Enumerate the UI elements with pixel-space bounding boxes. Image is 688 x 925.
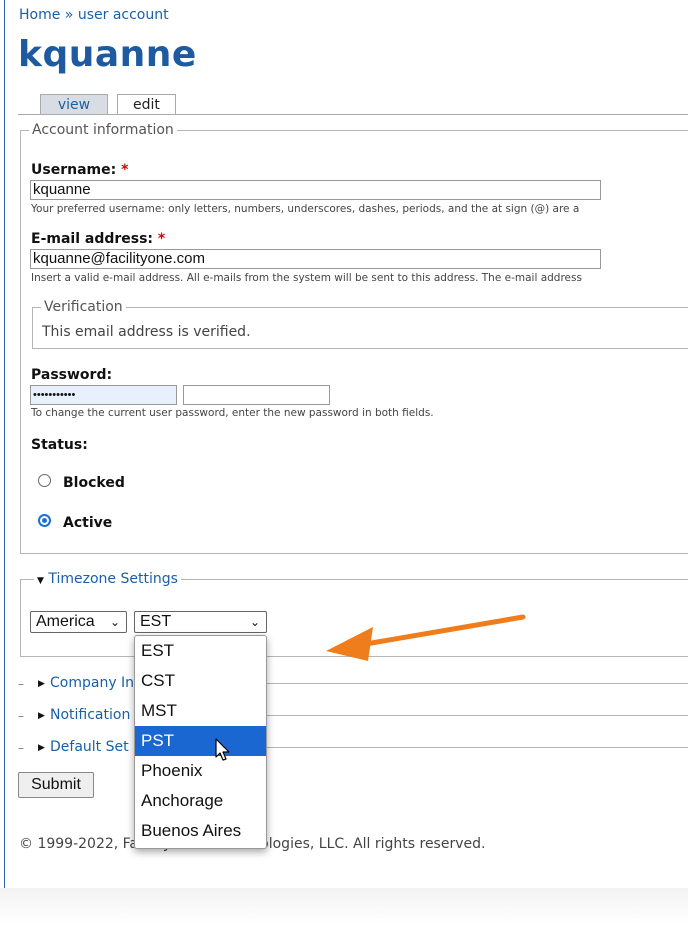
mouse-cursor-icon (215, 738, 230, 761)
dropdown-option-buenos-aires[interactable]: Buenos Aires (135, 816, 266, 846)
dash-marker: – (18, 709, 24, 723)
section-default-settings[interactable]: – ▶ Default Set (18, 739, 688, 755)
section-notifications-label[interactable]: Notification (50, 707, 130, 723)
collapsed-triangle-icon: ▶ (38, 679, 45, 689)
dropdown-option-cst[interactable]: CST (135, 666, 266, 696)
section-default-settings-label[interactable]: Default Set (50, 739, 129, 755)
collapsed-triangle-icon: ▶ (38, 711, 45, 721)
dropdown-option-est[interactable]: EST (135, 636, 266, 666)
dropdown-option-phoenix[interactable]: Phoenix (135, 756, 266, 786)
dash-marker: – (18, 741, 24, 755)
dropdown-option-mst[interactable]: MST (135, 696, 266, 726)
section-company-info[interactable]: – ▶ Company In (18, 675, 688, 691)
dropdown-option-pst[interactable]: PST (135, 726, 266, 756)
submit-button[interactable]: Submit (18, 772, 94, 798)
dropdown-option-anchorage[interactable]: Anchorage (135, 786, 266, 816)
section-company-info-label[interactable]: Company In (50, 675, 134, 691)
collapsed-triangle-icon: ▶ (38, 743, 45, 753)
timezone-dropdown-list: EST CST MST PST Phoenix Anchorage Buenos… (134, 635, 267, 849)
section-notifications[interactable]: – ▶ Notification (18, 707, 688, 723)
dash-marker: – (18, 677, 24, 691)
annotation-arrow-icon (326, 614, 526, 661)
